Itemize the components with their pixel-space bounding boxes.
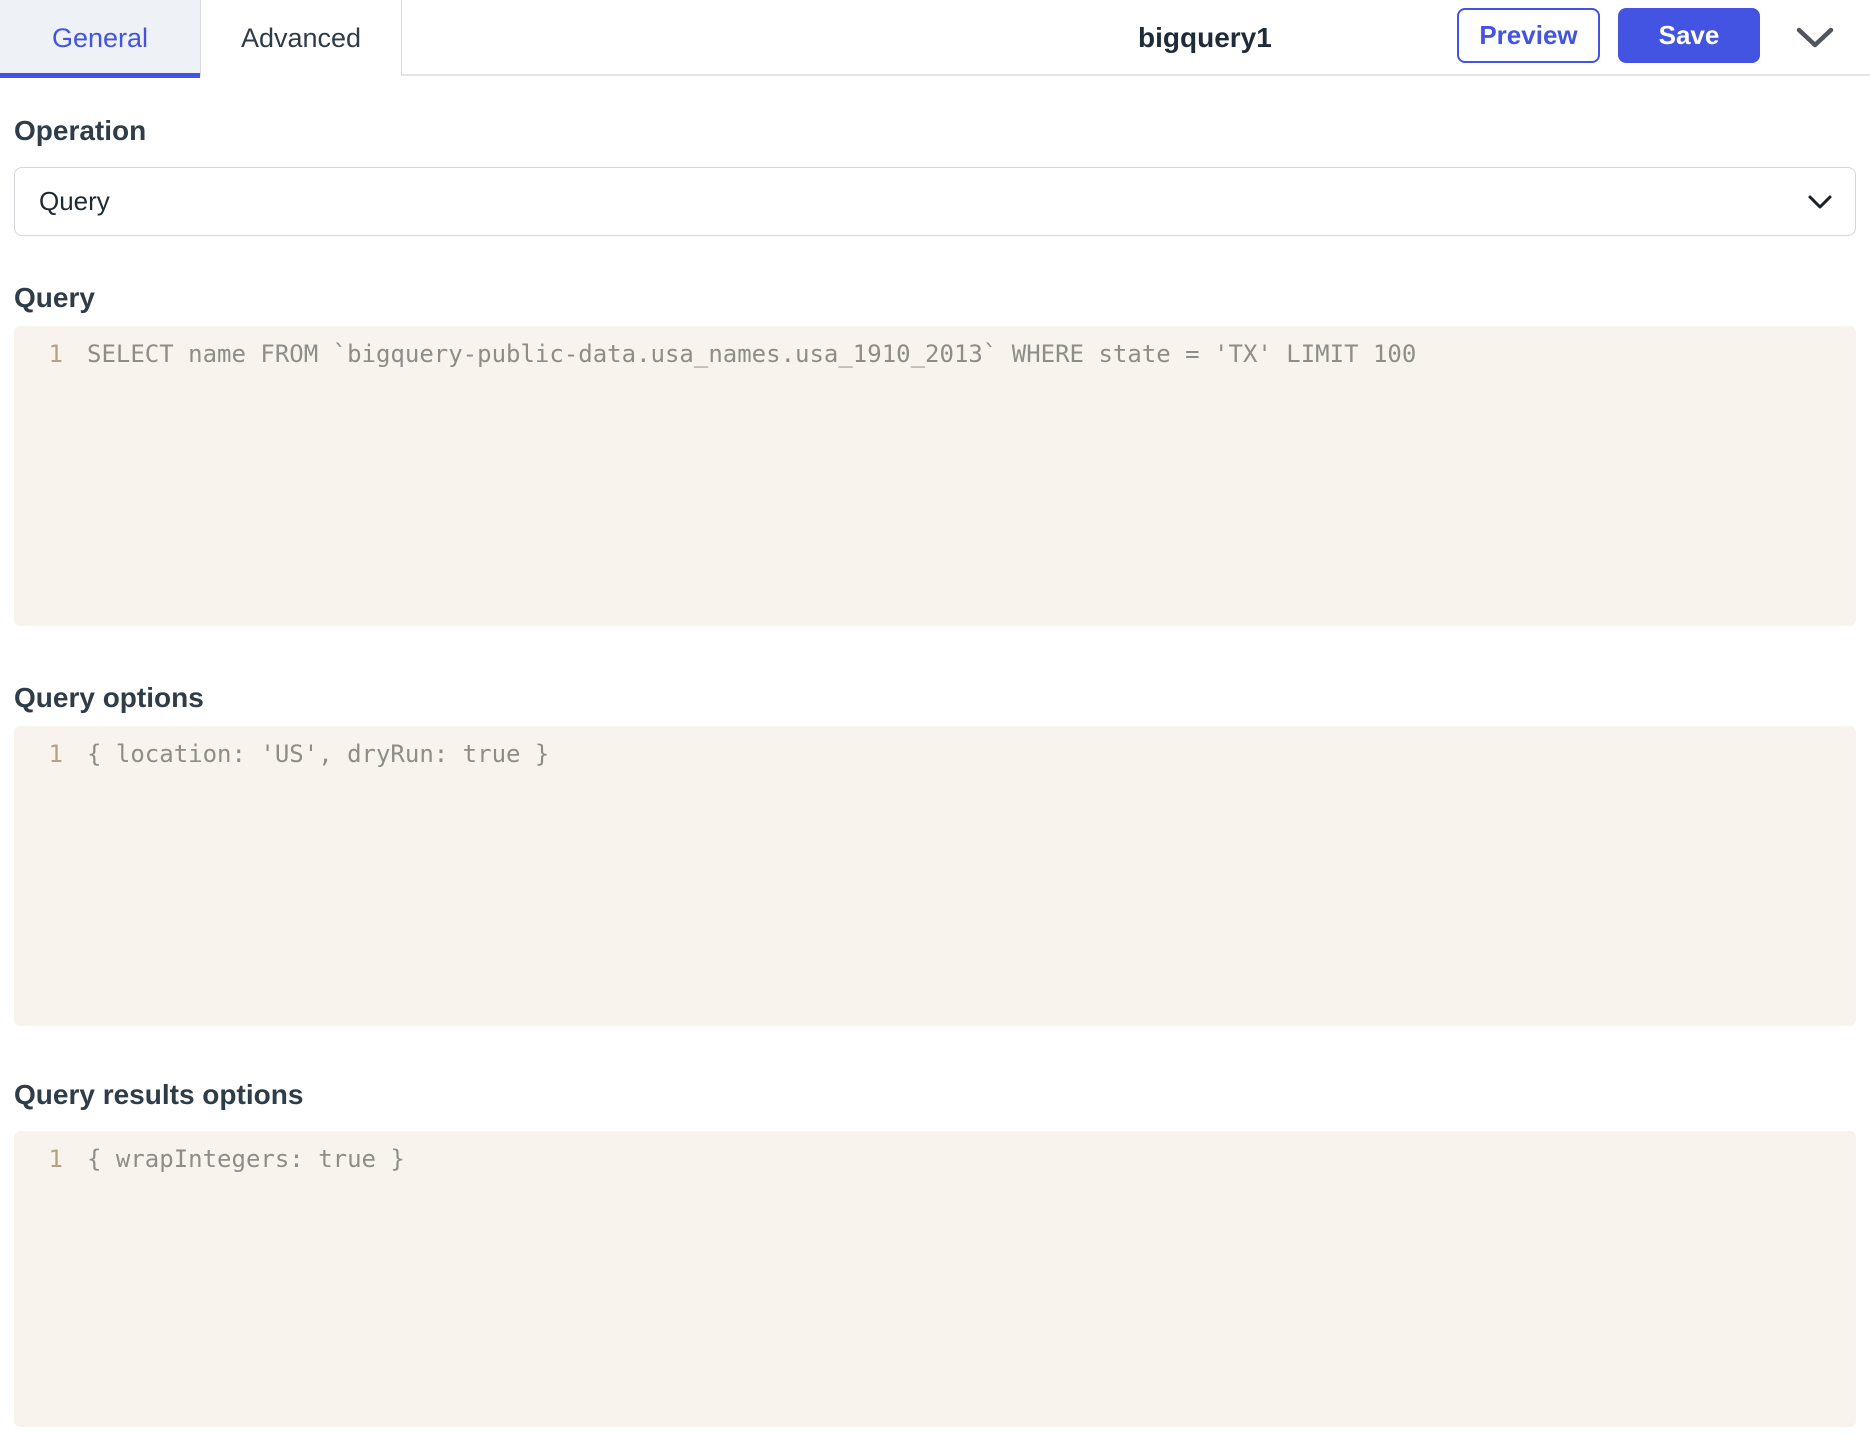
query-options-code-text: { location: 'US', dryRun: true } (87, 740, 550, 768)
tab-general-label: General (51, 22, 149, 53)
general-settings-panel: Operation Query Query 1 SELECT name FROM… (0, 117, 1870, 1427)
line-number: 1 (48, 740, 63, 768)
operation-select[interactable]: Query (14, 167, 1856, 236)
code-line: 1 SELECT name FROM `bigquery-public-data… (14, 338, 1856, 370)
save-button[interactable]: Save (1618, 8, 1760, 63)
query-results-options-code-text: { wrapIntegers: true } (87, 1145, 405, 1173)
line-number: 1 (48, 340, 63, 368)
tab-general[interactable]: General (0, 0, 201, 78)
query-code-editor[interactable]: 1 SELECT name FROM `bigquery-public-data… (14, 326, 1856, 626)
code-line: 1 { location: 'US', dryRun: true } (14, 738, 1856, 770)
operation-select-value: Query (39, 186, 110, 216)
operation-label: Operation (14, 115, 147, 146)
query-results-options-label: Query results options (14, 1079, 304, 1110)
line-number: 1 (48, 1145, 63, 1173)
active-tab-underline (0, 73, 200, 78)
query-results-options-editor[interactable]: 1 { wrapIntegers: true } (14, 1131, 1856, 1427)
query-label: Query (14, 282, 95, 313)
action-header: General Advanced bigquery1 Preview Save (0, 0, 1870, 78)
preview-button[interactable]: Preview (1457, 8, 1600, 63)
query-code-text: SELECT name FROM `bigquery-public-data.u… (87, 340, 1417, 368)
query-options-editor[interactable]: 1 { location: 'US', dryRun: true } (14, 726, 1856, 1026)
tab-advanced-label: Advanced (240, 22, 362, 53)
code-line: 1 { wrapIntegers: true } (14, 1143, 1856, 1175)
chevron-down-icon (1807, 194, 1833, 210)
tab-advanced[interactable]: Advanced (201, 0, 402, 76)
collapse-menu-button[interactable] (1791, 14, 1839, 62)
query-options-label: Query options (14, 682, 204, 713)
chevron-down-icon (1795, 26, 1835, 50)
action-title: bigquery1 (1138, 22, 1272, 53)
